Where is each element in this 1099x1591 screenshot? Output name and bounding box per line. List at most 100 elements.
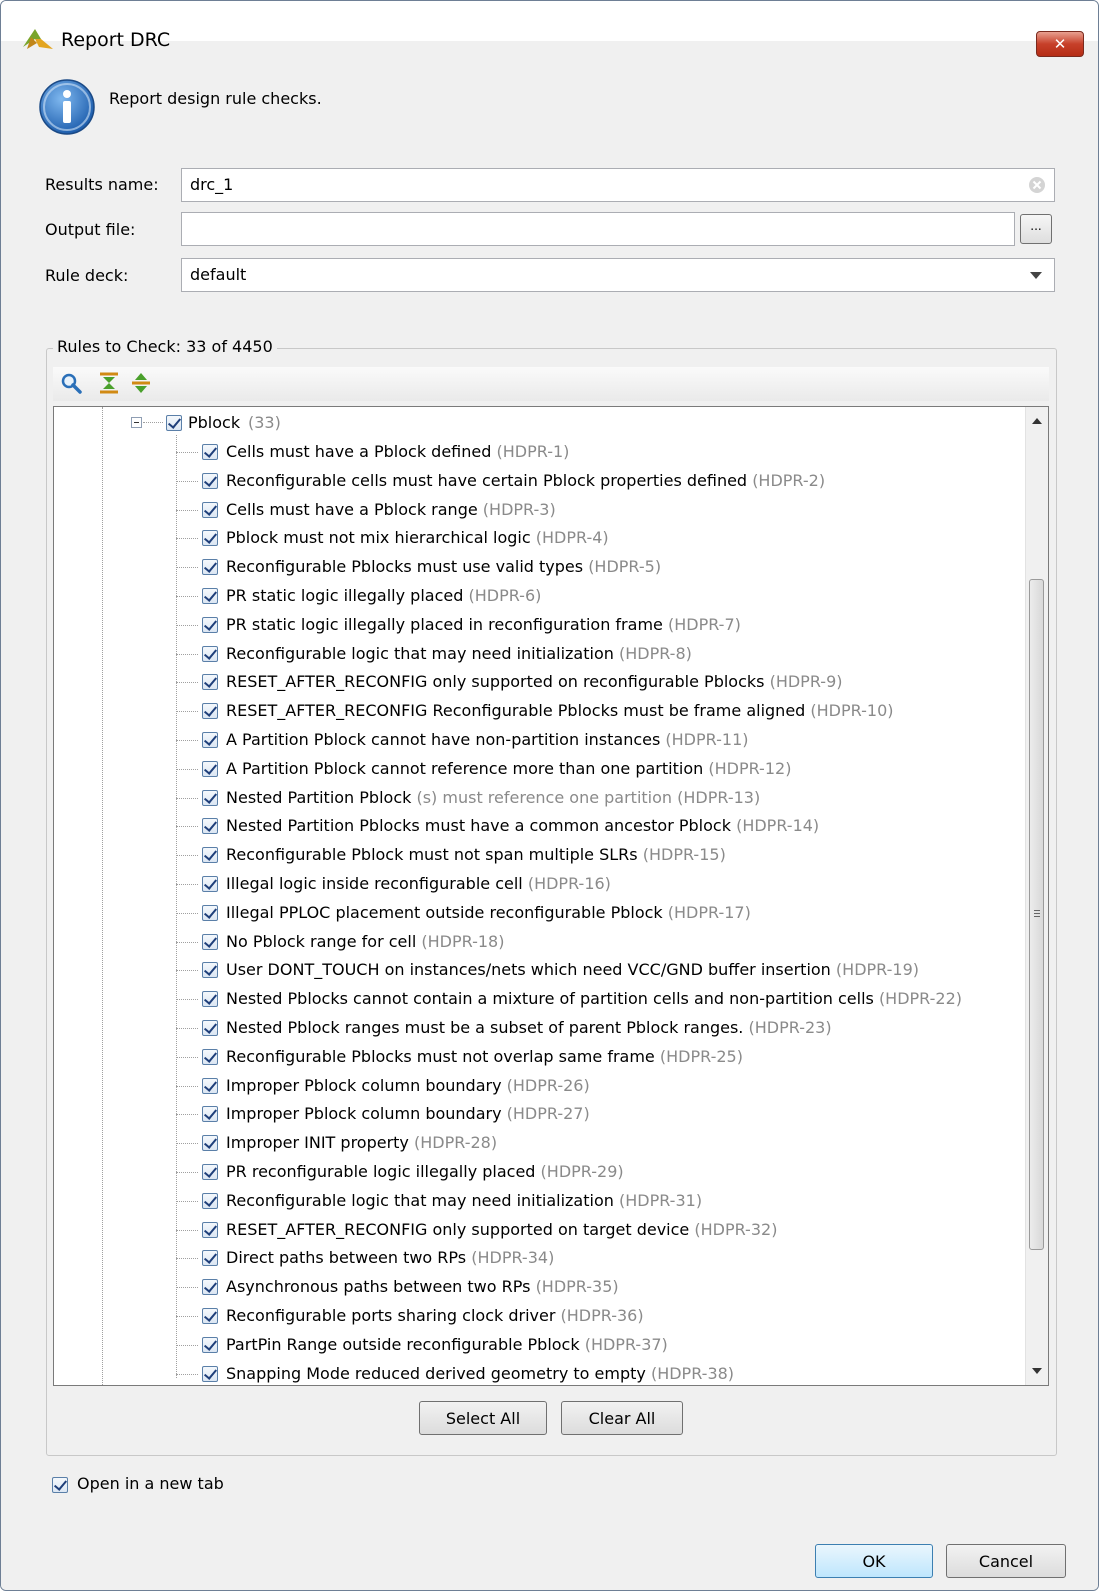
collapse-icon[interactable] bbox=[131, 417, 142, 428]
search-icon[interactable] bbox=[59, 371, 83, 395]
rule-label: Reconfigurable logic that may need initi… bbox=[226, 643, 614, 663]
chevron-down-icon bbox=[1030, 272, 1042, 279]
rule-checkbox[interactable] bbox=[202, 501, 218, 518]
rule-code: (HDPR-15) bbox=[642, 845, 726, 865]
rule-checkbox[interactable] bbox=[202, 847, 218, 864]
rule-code: (HDPR-31) bbox=[618, 1190, 703, 1210]
open-in-new-tab-checkbox[interactable] bbox=[52, 1477, 68, 1493]
rule-checkbox[interactable] bbox=[202, 962, 218, 979]
open-in-new-tab-label: Open in a new tab bbox=[77, 1474, 224, 1493]
rule-checkbox[interactable] bbox=[202, 645, 218, 662]
collapse-all-icon[interactable] bbox=[97, 371, 121, 395]
rule-checkbox[interactable] bbox=[202, 1192, 218, 1209]
rule-label: A Partition Pblock cannot reference more… bbox=[226, 758, 704, 778]
rule-deck-select[interactable]: default bbox=[181, 258, 1055, 292]
rule-label: Illegal PPLOC placement outside reconfig… bbox=[226, 902, 663, 922]
rule-label: RESET_AFTER_RECONFIG only supported on t… bbox=[226, 1219, 690, 1239]
cancel-button[interactable]: Cancel bbox=[946, 1544, 1066, 1578]
title-bar: Report DRC ✕ bbox=[1, 1, 1098, 57]
rule-checkbox[interactable] bbox=[202, 933, 218, 950]
rule-label: PR static logic illegally placed in reco… bbox=[226, 614, 663, 634]
rule-checkbox[interactable] bbox=[202, 1020, 218, 1036]
rule-code: (HDPR-17) bbox=[667, 902, 751, 922]
rule-label: Snapping Mode reduced derived geometry t… bbox=[226, 1363, 646, 1383]
tree-connector bbox=[176, 567, 198, 569]
rule-code: (HDPR-6) bbox=[468, 586, 542, 605]
rule-checkbox[interactable] bbox=[202, 818, 218, 835]
rule-checkbox[interactable] bbox=[202, 472, 218, 489]
rule-checkbox[interactable] bbox=[202, 1221, 218, 1238]
rule-checkbox[interactable] bbox=[202, 1106, 218, 1123]
rule-checkbox[interactable] bbox=[202, 674, 218, 691]
rule-checkbox[interactable] bbox=[202, 732, 218, 748]
tree-connector bbox=[176, 912, 198, 914]
clear-icon[interactable] bbox=[1028, 176, 1046, 194]
tree-connector bbox=[176, 1056, 198, 1058]
rule-label: Cells must have a Pblock defined bbox=[226, 442, 492, 461]
rule-checkbox[interactable] bbox=[202, 991, 218, 1008]
rule-label: Reconfigurable Pblocks must use valid ty… bbox=[226, 557, 584, 577]
rule-label: A Partition Pblock cannot have non-parti… bbox=[226, 730, 661, 749]
select-all-button[interactable]: Select All bbox=[419, 1401, 547, 1435]
rule-checkbox[interactable] bbox=[202, 530, 218, 547]
rule-checkbox[interactable] bbox=[202, 789, 218, 806]
expand-all-icon[interactable] bbox=[129, 371, 153, 395]
rule-code: (HDPR-38) bbox=[650, 1363, 735, 1383]
rule-checkbox[interactable] bbox=[202, 760, 218, 777]
rule-code: (HDPR-7) bbox=[667, 614, 741, 634]
tree-connector bbox=[176, 1028, 198, 1029]
rule-checkbox[interactable] bbox=[202, 876, 218, 892]
rule-checkbox[interactable] bbox=[202, 1250, 218, 1267]
rule-checkbox[interactable] bbox=[202, 1279, 218, 1296]
rule-label: RESET_AFTER_RECONFIG Reconfigurable Pblo… bbox=[226, 701, 806, 721]
rule-checkbox[interactable] bbox=[202, 616, 218, 633]
tree-connector bbox=[176, 999, 198, 1001]
rule-code: (HDPR-18) bbox=[421, 931, 505, 951]
results-name-input[interactable]: drc_1 bbox=[181, 168, 1055, 202]
rule-label: Reconfigurable cells must have certain P… bbox=[226, 470, 748, 490]
rule-checkbox[interactable] bbox=[202, 444, 218, 460]
browse-button[interactable]: ... bbox=[1020, 214, 1052, 244]
clear-all-button[interactable]: Clear All bbox=[561, 1401, 683, 1435]
rule-checkbox[interactable] bbox=[202, 703, 218, 720]
rule-checkbox[interactable] bbox=[202, 588, 218, 604]
group-checkbox[interactable] bbox=[166, 415, 182, 431]
rule-label: PR reconfigurable logic illegally placed bbox=[226, 1162, 536, 1181]
rule-code: (HDPR-32) bbox=[694, 1219, 778, 1239]
info-icon bbox=[39, 79, 95, 135]
report-drc-dialog: Report DRC ✕ Report design rule checks. … bbox=[0, 0, 1099, 1591]
rule-checkbox[interactable] bbox=[202, 1308, 218, 1324]
rule-checkbox[interactable] bbox=[202, 1077, 218, 1094]
ok-button[interactable]: OK bbox=[815, 1544, 933, 1578]
output-file-input[interactable] bbox=[181, 212, 1015, 246]
rule-code: (HDPR-3) bbox=[482, 499, 556, 519]
tree-connector bbox=[176, 768, 198, 770]
rule-code: (HDPR-35) bbox=[535, 1277, 619, 1297]
rule-checkbox[interactable] bbox=[202, 1365, 218, 1382]
rule-checkbox[interactable] bbox=[202, 1164, 218, 1180]
scroll-up-icon[interactable] bbox=[1032, 418, 1042, 424]
rule-checkbox[interactable] bbox=[202, 1336, 218, 1353]
rule-code: (HDPR-29) bbox=[540, 1162, 624, 1181]
scroll-down-icon[interactable] bbox=[1032, 1368, 1042, 1374]
tree-connector bbox=[176, 682, 198, 684]
rule-label: PR static logic illegally placed bbox=[226, 586, 464, 605]
rules-tree[interactable]: Pblock (33) Cells must have a Pblock defin… bbox=[53, 406, 1049, 1386]
rule-code: (HDPR-34) bbox=[471, 1248, 555, 1268]
tree-scrollbar[interactable] bbox=[1025, 407, 1048, 1385]
rule-code: (HDPR-19) bbox=[835, 960, 920, 980]
rule-label: Reconfigurable Pblock must not span mult… bbox=[226, 845, 638, 865]
rule-checkbox[interactable] bbox=[202, 1048, 218, 1065]
results-name-value: drc_1 bbox=[190, 175, 234, 194]
tree-connector bbox=[176, 1200, 198, 1202]
close-button[interactable]: ✕ bbox=[1036, 31, 1084, 57]
rule-code: (HDPR-5) bbox=[588, 557, 662, 577]
output-file-label: Output file: bbox=[45, 220, 136, 239]
group-label: Pblock bbox=[188, 413, 241, 432]
rule-checkbox[interactable] bbox=[202, 1135, 218, 1152]
rule-checkbox[interactable] bbox=[202, 559, 218, 576]
vivado-app-icon bbox=[23, 29, 53, 49]
rule-checkbox[interactable] bbox=[202, 904, 218, 921]
close-icon: ✕ bbox=[1053, 35, 1067, 53]
scrollbar-thumb[interactable] bbox=[1029, 579, 1044, 1250]
